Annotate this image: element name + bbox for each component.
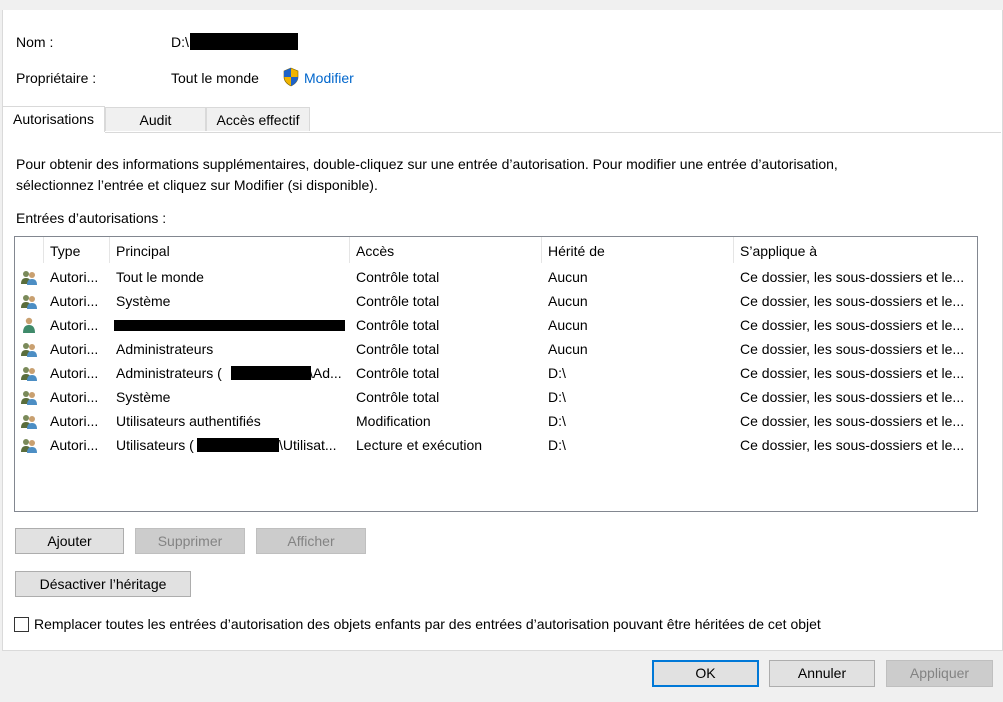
table-row[interactable]: Autori... Système Contrôle total D:\ Ce … bbox=[15, 385, 977, 409]
cell-principal-suffix: \Ad... bbox=[309, 365, 342, 381]
table-row[interactable]: Autori... Administrateurs ( \Ad... Contr… bbox=[15, 361, 977, 385]
entries-label: Entrées d’autorisations : bbox=[16, 210, 167, 226]
column-header-inherited[interactable]: Hérité de bbox=[542, 237, 734, 263]
cell-type: Autori... bbox=[50, 413, 99, 429]
disable-inheritance-button[interactable]: Désactiver l’héritage bbox=[15, 571, 191, 597]
cell-principal: Utilisateurs ( bbox=[116, 437, 194, 453]
tab-divider bbox=[105, 132, 1001, 133]
header-icon-column bbox=[15, 237, 44, 263]
info-text-line2: sélectionnez l’entrée et cliquez sur Mod… bbox=[16, 177, 378, 193]
cell-principal: Administrateurs bbox=[116, 341, 214, 357]
view-button[interactable]: Afficher bbox=[256, 528, 366, 554]
table-row[interactable]: Autori... Contrôle total Aucun Ce dossie… bbox=[15, 313, 977, 337]
cell-applies: Ce dossier, les sous-dossiers et le... bbox=[740, 341, 965, 357]
cell-access: Contrôle total bbox=[356, 317, 440, 333]
group-icon bbox=[20, 269, 38, 285]
tab-autorisations[interactable]: Autorisations bbox=[2, 106, 105, 132]
replace-child-entries-label[interactable]: Remplacer toutes les entrées d’autorisat… bbox=[34, 616, 821, 632]
cell-type: Autori... bbox=[50, 269, 99, 285]
cell-inherited: D:\ bbox=[548, 389, 566, 405]
table-row[interactable]: Autori... Utilisateurs authentifiés Modi… bbox=[15, 409, 977, 433]
owner-label: Propriétaire : bbox=[16, 70, 97, 86]
cell-principal: Utilisateurs authentifiés bbox=[116, 413, 261, 429]
cancel-button[interactable]: Annuler bbox=[769, 660, 875, 687]
group-icon bbox=[20, 365, 38, 381]
table-row[interactable]: Autori... Système Contrôle total Aucun C… bbox=[15, 289, 977, 313]
list-header: Type Principal Accès Hérité de S’appliqu… bbox=[15, 237, 977, 263]
cell-type: Autori... bbox=[50, 317, 99, 333]
cell-principal: Tout le monde bbox=[116, 269, 204, 285]
cell-applies: Ce dossier, les sous-dossiers et le... bbox=[740, 437, 965, 453]
cell-type: Autori... bbox=[50, 293, 99, 309]
apply-button[interactable]: Appliquer bbox=[886, 660, 993, 687]
info-text-line1: Pour obtenir des informations supplément… bbox=[16, 156, 838, 172]
table-row[interactable]: Autori... Tout le monde Contrôle total A… bbox=[15, 265, 977, 289]
cell-inherited: Aucun bbox=[548, 269, 588, 285]
cell-applies: Ce dossier, les sous-dossiers et le... bbox=[740, 365, 965, 381]
cell-type: Autori... bbox=[50, 437, 99, 453]
redacted-domain bbox=[231, 366, 311, 380]
cell-inherited: D:\ bbox=[548, 413, 566, 429]
group-icon bbox=[20, 293, 38, 309]
group-icon bbox=[20, 341, 38, 357]
cell-type: Autori... bbox=[50, 365, 99, 381]
owner-value: Tout le monde bbox=[171, 70, 259, 86]
cell-inherited: D:\ bbox=[548, 365, 566, 381]
cell-principal: Administrateurs ( bbox=[116, 365, 222, 381]
redacted-domain bbox=[197, 438, 279, 452]
column-header-type[interactable]: Type bbox=[44, 237, 110, 263]
cell-access: Contrôle total bbox=[356, 293, 440, 309]
tab-acces-effectif[interactable]: Accès effectif bbox=[206, 107, 310, 131]
redacted-path bbox=[190, 33, 298, 50]
cell-type: Autori... bbox=[50, 341, 99, 357]
add-button[interactable]: Ajouter bbox=[15, 528, 124, 554]
cell-access: Modification bbox=[356, 413, 431, 429]
cell-applies: Ce dossier, les sous-dossiers et le... bbox=[740, 413, 965, 429]
ok-button[interactable]: OK bbox=[652, 660, 759, 687]
cell-access: Contrôle total bbox=[356, 269, 440, 285]
cell-access: Contrôle total bbox=[356, 389, 440, 405]
replace-child-entries-checkbox[interactable] bbox=[14, 617, 29, 632]
column-header-access[interactable]: Accès bbox=[350, 237, 542, 263]
name-label: Nom : bbox=[16, 34, 54, 50]
uac-shield-icon bbox=[282, 67, 300, 87]
table-row[interactable]: Autori... Utilisateurs ( \Utilisat... Le… bbox=[15, 433, 977, 457]
cell-principal: Système bbox=[116, 389, 171, 405]
cell-access: Lecture et exécution bbox=[356, 437, 483, 453]
column-header-principal[interactable]: Principal bbox=[110, 237, 350, 263]
cell-inherited: Aucun bbox=[548, 293, 588, 309]
tab-audit[interactable]: Audit bbox=[105, 107, 206, 131]
cell-applies: Ce dossier, les sous-dossiers et le... bbox=[740, 389, 965, 405]
table-row[interactable]: Autori... Administrateurs Contrôle total… bbox=[15, 337, 977, 361]
cell-applies: Ce dossier, les sous-dossiers et le... bbox=[740, 293, 965, 309]
cell-inherited: Aucun bbox=[548, 317, 588, 333]
permission-entries-list[interactable]: Type Principal Accès Hérité de S’appliqu… bbox=[14, 236, 978, 512]
remove-button[interactable]: Supprimer bbox=[135, 528, 245, 554]
user-icon bbox=[20, 317, 38, 333]
name-value: D:\ bbox=[171, 34, 189, 50]
modify-owner-link[interactable]: Modifier bbox=[304, 70, 354, 86]
cell-applies: Ce dossier, les sous-dossiers et le... bbox=[740, 317, 965, 333]
column-header-applies[interactable]: S’applique à bbox=[734, 237, 977, 263]
group-icon bbox=[20, 389, 38, 405]
cell-inherited: Aucun bbox=[548, 341, 588, 357]
cell-inherited: D:\ bbox=[548, 437, 566, 453]
cell-principal-suffix: \Utilisat... bbox=[279, 437, 337, 453]
cell-applies: Ce dossier, les sous-dossiers et le... bbox=[740, 269, 965, 285]
cell-principal: Système bbox=[116, 293, 171, 309]
group-icon bbox=[20, 413, 38, 429]
cell-access: Contrôle total bbox=[356, 341, 440, 357]
redacted-principal bbox=[114, 320, 345, 331]
cell-access: Contrôle total bbox=[356, 365, 440, 381]
group-icon bbox=[20, 437, 38, 453]
cell-type: Autori... bbox=[50, 389, 99, 405]
